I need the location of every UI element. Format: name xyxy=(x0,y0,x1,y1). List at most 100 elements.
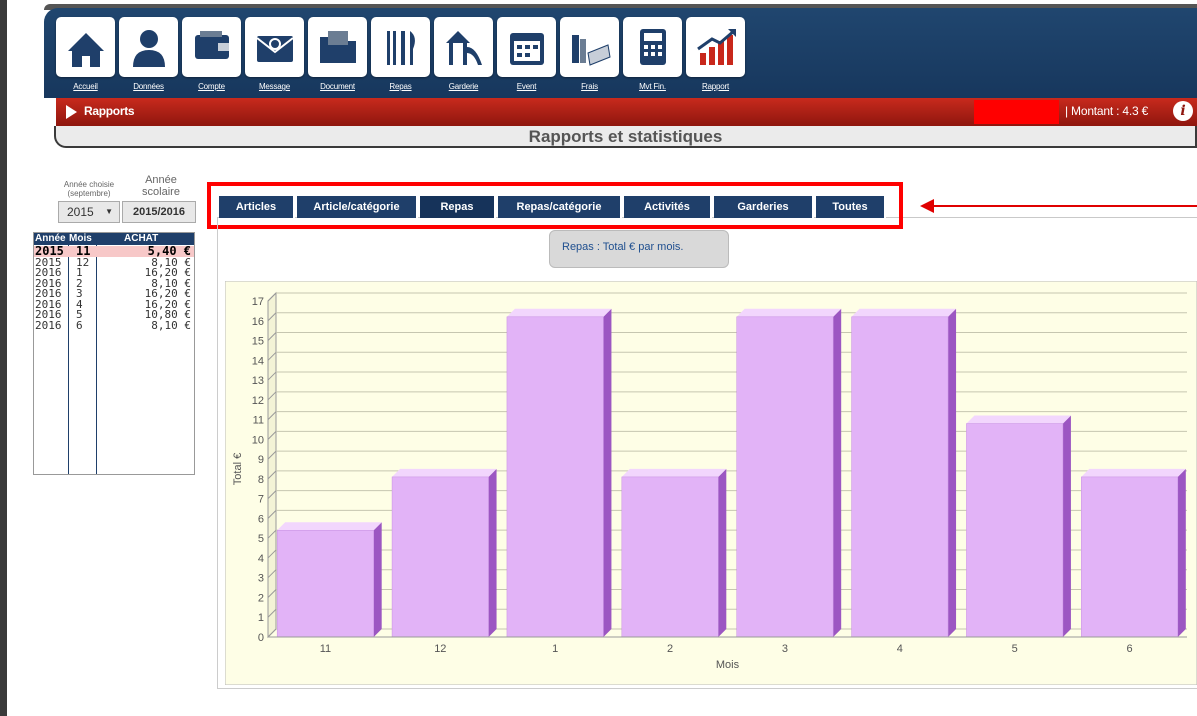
bar-top xyxy=(392,468,497,477)
folder-icon[interactable] xyxy=(308,17,367,77)
y-tick-label: 3 xyxy=(258,573,264,585)
envelope-icon[interactable] xyxy=(245,17,304,77)
x-tick-label: 12 xyxy=(434,643,446,655)
y-tick-label: 2 xyxy=(258,592,264,604)
wallet-icon[interactable] xyxy=(182,17,241,77)
home-icon[interactable] xyxy=(56,17,115,77)
growth-chart-icon[interactable] xyxy=(686,17,745,77)
bar-top xyxy=(736,308,842,317)
x-tick-label: 4 xyxy=(897,643,903,655)
bar xyxy=(1081,476,1179,638)
bar-side xyxy=(1177,468,1186,637)
bar xyxy=(506,316,604,638)
y-axis-wall xyxy=(267,291,277,639)
y-tick-label: 11 xyxy=(253,415,264,427)
bar xyxy=(736,316,834,638)
annotation-arrow-icon xyxy=(920,199,934,213)
y-axis-label: Total € xyxy=(232,453,244,485)
nav-item-message[interactable]: Message xyxy=(245,17,304,97)
y-tick-label: 0 xyxy=(258,632,264,644)
breadcrumb-arrow-icon xyxy=(66,105,77,119)
column-header-purchase: ACHAT xyxy=(124,233,159,244)
column-header-year: Année xyxy=(35,233,66,244)
nav-icon-list: Accueil Données Compte Message Document Repas… xyxy=(56,17,745,97)
y-tick-label: 15 xyxy=(252,336,264,348)
year-select[interactable]: 2015 ▼ xyxy=(58,201,120,223)
x-tick-label: 6 xyxy=(1127,643,1133,655)
nav-label[interactable]: Repas xyxy=(389,82,411,91)
nav-item-compte[interactable]: Compte xyxy=(182,17,241,97)
bar-chart: 0123456789101112131415161711 12 1 2 3 4 5 6Mois… xyxy=(225,281,1197,685)
x-axis-label: Mois xyxy=(716,659,740,671)
nav-label[interactable]: Compte xyxy=(198,82,225,91)
y-tick-label: 6 xyxy=(258,513,264,525)
nav-label[interactable]: Event xyxy=(517,82,537,91)
nav-item-mvt-fin[interactable]: Mvt Fin. xyxy=(623,17,682,97)
bar-side xyxy=(948,308,957,637)
y-tick-label: 14 xyxy=(252,355,264,367)
cell-year: 2016 xyxy=(35,318,62,332)
redacted-user-name xyxy=(974,100,1059,124)
bar-side xyxy=(373,522,382,637)
cutlery-icon[interactable] xyxy=(371,17,430,77)
nav-item-event[interactable]: Event xyxy=(497,17,556,97)
purchase-table: Année Mois ACHAT 2015 11 5,40 €2015 12 8,10 … xyxy=(33,232,195,475)
nav-label[interactable]: Message xyxy=(259,82,290,91)
nav-item-repas[interactable]: Repas xyxy=(371,17,430,97)
y-tick-label: 9 xyxy=(258,454,264,466)
nav-item-rapport[interactable]: Rapport xyxy=(686,17,745,97)
bar-side xyxy=(488,468,497,637)
chevron-down-icon: ▼ xyxy=(105,207,113,216)
x-tick-label: 3 xyxy=(782,643,788,655)
nav-label[interactable]: Frais xyxy=(581,82,598,91)
nav-label[interactable]: Garderie xyxy=(449,82,479,91)
bar-top xyxy=(851,308,957,317)
table-row[interactable]: 2016 6 8,10 € xyxy=(34,320,194,331)
balance-amount: | Montant : 4.3 € xyxy=(1065,104,1149,118)
y-tick-label: 13 xyxy=(252,375,264,387)
bar-top xyxy=(506,308,612,317)
x-tick-label: 11 xyxy=(320,643,331,655)
cell-purchase: 8,10 € xyxy=(151,318,191,332)
y-tick-label: 8 xyxy=(258,474,264,486)
bar xyxy=(391,476,489,638)
info-icon[interactable]: i xyxy=(1173,101,1193,121)
x-tick-label: 2 xyxy=(667,643,673,655)
bar-side xyxy=(603,308,612,637)
user-icon[interactable] xyxy=(119,17,178,77)
nav-item-document[interactable]: Document xyxy=(308,17,367,97)
breadcrumb[interactable]: Rapports xyxy=(84,104,135,118)
playground-icon[interactable] xyxy=(434,17,493,77)
y-tick-label: 4 xyxy=(258,553,264,565)
annotation-arrow-line xyxy=(930,205,1197,207)
bar-side xyxy=(833,308,842,637)
nav-label[interactable]: Accueil xyxy=(73,82,98,91)
y-tick-label: 12 xyxy=(252,395,264,407)
column-header-month: Mois xyxy=(69,233,92,244)
bar xyxy=(851,316,949,638)
calendar-icon[interactable] xyxy=(497,17,556,77)
bar-top xyxy=(621,468,727,477)
bar xyxy=(966,423,1064,638)
school-year-value: 2015/2016 xyxy=(122,201,196,223)
nav-item-accueil[interactable]: Accueil xyxy=(56,17,115,97)
nav-item-données[interactable]: Données xyxy=(119,17,178,97)
nav-label[interactable]: Rapport xyxy=(702,82,729,91)
y-tick-label: 1 xyxy=(258,612,264,624)
nav-label[interactable]: Mvt Fin. xyxy=(639,82,666,91)
books-icon[interactable] xyxy=(560,17,619,77)
y-tick-label: 16 xyxy=(252,316,264,328)
y-tick-label: 10 xyxy=(252,434,264,446)
window-edge xyxy=(0,0,7,716)
nav-item-garderie[interactable]: Garderie xyxy=(434,17,493,97)
bar xyxy=(276,530,374,638)
nav-item-frais[interactable]: Frais xyxy=(560,17,619,97)
bar-side xyxy=(718,468,727,637)
page-title-bar: Rapports et statistiques xyxy=(54,126,1197,148)
nav-label[interactable]: Données xyxy=(133,82,164,91)
calculator-icon[interactable] xyxy=(623,17,682,77)
year-label: Année choisie (septembre) xyxy=(63,180,115,198)
x-tick-label: 5 xyxy=(1012,643,1018,655)
nav-label[interactable]: Document xyxy=(320,82,355,91)
bar-top xyxy=(966,415,1071,424)
